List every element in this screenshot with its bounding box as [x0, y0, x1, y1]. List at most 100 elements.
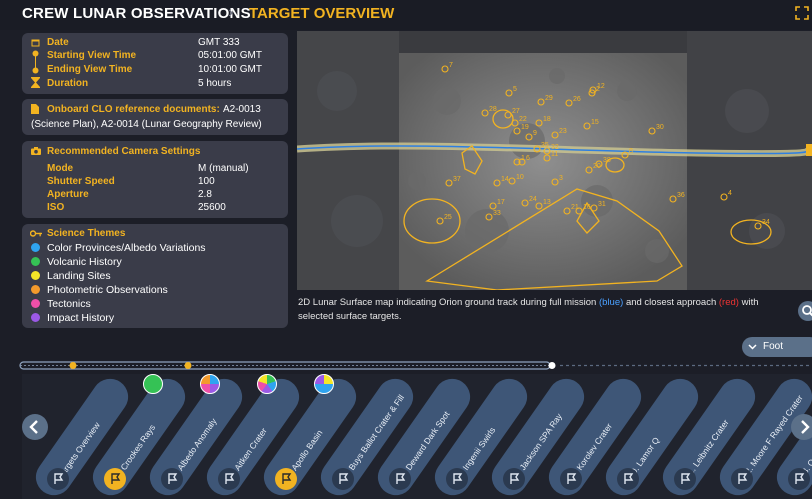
- theme-item: Volcanic History: [47, 256, 122, 268]
- target-label: 9: [533, 130, 537, 137]
- target-label: 30: [656, 124, 664, 131]
- theme-dot-albedo: [31, 243, 40, 252]
- expand-icon[interactable]: [795, 6, 809, 20]
- target-label: 23: [559, 128, 567, 135]
- breadcrumb-separator-icon: ›: [228, 4, 234, 21]
- caption-text: and closest approach: [625, 297, 717, 308]
- target-label: 2: [596, 86, 600, 93]
- target-label: 27: [512, 108, 520, 115]
- flag-icon[interactable]: [332, 468, 354, 490]
- documents-label: Onboard CLO reference documents:: [47, 104, 220, 115]
- map-caption: 2D Lunar Surface map indicating Orion gr…: [298, 296, 788, 324]
- camera-icon: [31, 147, 41, 155]
- theme-item: Impact History: [47, 312, 115, 324]
- target-label: 8: [629, 148, 633, 155]
- target-label: 14: [501, 176, 509, 183]
- theme-dot-volcanic: [31, 257, 40, 266]
- documents-panel: Onboard CLO reference documents: A2-0013…: [22, 99, 288, 135]
- camera-panel: Recommended Camera Settings Mode M (manu…: [22, 141, 288, 218]
- target-label: 25: [444, 214, 452, 221]
- document-icon: [31, 104, 39, 114]
- caption-text: 2D Lunar Surface map indicating Orion gr…: [298, 297, 597, 308]
- documents-line2: (Science Plan), A2-0014 (Lunar Geography…: [31, 119, 262, 130]
- calendar-icon: [31, 39, 40, 47]
- target-label: 3: [559, 175, 563, 182]
- end-time-value: 10:01:00 GMT: [198, 64, 262, 75]
- target-label: 16: [583, 204, 591, 211]
- flag-icon[interactable]: [731, 468, 753, 490]
- target-label: 24: [529, 196, 537, 203]
- target-label: 31: [598, 201, 606, 208]
- hourglass-icon: [31, 77, 40, 88]
- target-label: 38: [603, 157, 611, 164]
- flag-icon[interactable]: [161, 468, 183, 490]
- schedule-panel: Date GMT 333 Starting View Time 05:01:00…: [22, 33, 288, 94]
- flag-icon[interactable]: [674, 468, 696, 490]
- caption-blue: (blue): [599, 297, 624, 308]
- end-pin-icon: [32, 62, 39, 74]
- target-label: 26: [573, 96, 581, 103]
- date-value: GMT 333: [198, 37, 240, 48]
- target-label: 5: [513, 86, 517, 93]
- flag-icon[interactable]: [788, 468, 810, 490]
- flag-icon[interactable]: [617, 468, 639, 490]
- target-label: 4: [728, 190, 732, 197]
- flag-icon[interactable]: [218, 468, 240, 490]
- flag-icon[interactable]: [446, 468, 468, 490]
- app-title: CREW LUNAR OBSERVATIONS: [22, 5, 251, 22]
- carousel-next-button[interactable]: [791, 414, 812, 440]
- footprint-toggle-button[interactable]: Foot: [742, 337, 812, 357]
- start-time-value: 05:01:00 GMT: [198, 50, 262, 61]
- flag-icon[interactable]: [275, 468, 297, 490]
- theme-item: Tectonics: [47, 298, 91, 310]
- target-label: 34: [762, 219, 770, 226]
- timeline-marker: [69, 362, 77, 369]
- documents-line1: A2-0013: [223, 104, 261, 115]
- header-bar: CREW LUNAR OBSERVATIONS › TARGET OVERVIE…: [0, 0, 812, 30]
- target-label: 36: [677, 192, 685, 199]
- flag-icon[interactable]: [47, 468, 69, 490]
- lunar-map-graphic: 7529 2612228 27221918231530935 321138208137…: [297, 31, 812, 290]
- themes-title: Science Themes: [47, 228, 126, 239]
- zoom-button[interactable]: [798, 301, 812, 321]
- target-label: 28: [489, 106, 497, 113]
- chevron-right-icon: [801, 420, 810, 434]
- mission-timeline[interactable]: [0, 359, 812, 373]
- target-label: 10: [516, 174, 524, 181]
- carousel-prev-button[interactable]: [22, 414, 48, 440]
- theme-pie-icon: [314, 374, 334, 394]
- target-label: 18: [543, 116, 551, 123]
- shutter-value: 100: [198, 176, 215, 187]
- target-label: 11: [551, 151, 558, 158]
- lunar-surface-map[interactable]: 7 5 29 26 12 2 28 27 22 19 18 23 15 30 9 35 32 11 38 20 8 1 37…: [297, 31, 812, 290]
- target-label: 22: [519, 116, 527, 123]
- flag-icon[interactable]: [503, 468, 525, 490]
- theme-pie-icon: [143, 374, 163, 394]
- chevron-down-icon: [748, 344, 757, 350]
- target-label: 33: [493, 210, 501, 217]
- key-icon: [30, 230, 42, 237]
- theme-dot-impact: [31, 313, 40, 322]
- start-pin-icon: [32, 50, 39, 62]
- theme-pie-icon: [200, 374, 220, 394]
- chevron-left-icon: [29, 420, 38, 434]
- target-label: 20: [593, 163, 601, 170]
- shutter-label: Shutter Speed: [47, 176, 115, 187]
- duration-value: 5 hours: [198, 78, 232, 89]
- target-label: 37: [453, 176, 461, 183]
- aperture-label: Aperture: [47, 189, 89, 200]
- caption-red: (red): [718, 297, 739, 308]
- date-label: Date: [47, 37, 69, 48]
- target-label: 32: [551, 144, 559, 151]
- target-label: 6: [526, 155, 530, 162]
- theme-pie-icon: [257, 374, 277, 394]
- timeline-marker: [184, 362, 192, 369]
- science-themes-panel: Science Themes Color Provinces/Albedo Va…: [22, 224, 288, 328]
- theme-item: Color Provinces/Albedo Variations: [47, 242, 206, 254]
- target-label: 29: [545, 95, 553, 102]
- flag-icon[interactable]: [104, 468, 126, 490]
- timeline-cursor: [548, 362, 556, 369]
- flag-icon[interactable]: [389, 468, 411, 490]
- flag-icon[interactable]: [560, 468, 582, 490]
- target-label: 15: [591, 119, 599, 126]
